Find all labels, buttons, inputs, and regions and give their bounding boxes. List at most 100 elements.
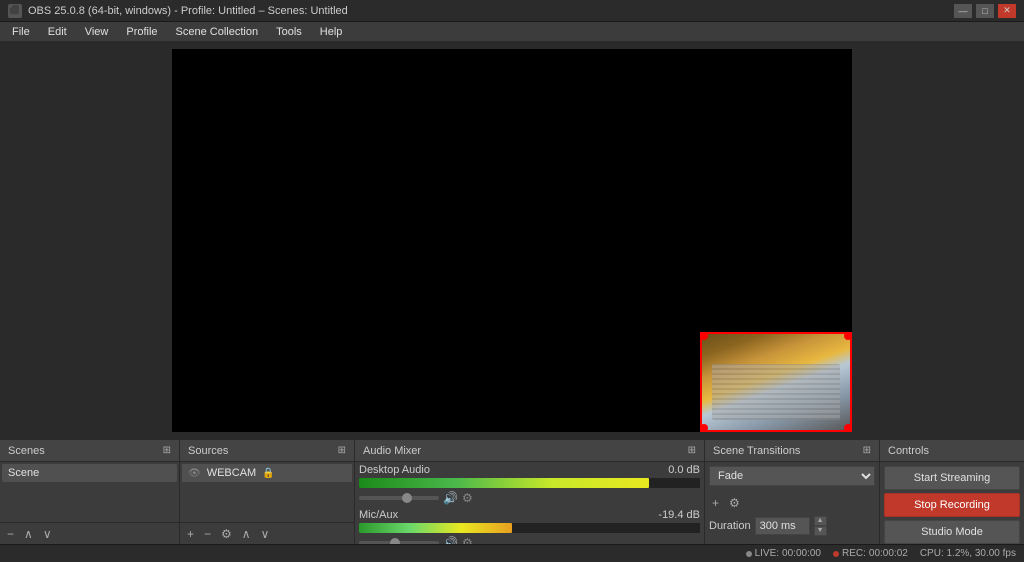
duration-input[interactable] [755,517,810,535]
corner-handle-tl[interactable] [700,332,708,340]
live-label: LIVE: [755,548,779,559]
audio-track-desktop: Desktop Audio 0.0 dB 🔊 ⚙ [359,464,700,505]
sources-settings-button[interactable]: ⚙ [218,525,235,543]
scene-item[interactable]: Scene [2,464,177,482]
sources-down-button[interactable]: ∨ [258,525,273,543]
studio-mode-button[interactable]: Studio Mode [884,520,1020,544]
sources-footer: + − ⚙ ∧ ∨ [180,522,354,544]
menu-file[interactable]: File [4,24,38,40]
sources-header: Sources ⊞ [180,440,354,462]
scenes-footer: − ∧ ∨ [0,522,179,544]
menu-tools[interactable]: Tools [268,24,310,40]
audio-track-mic-header: Mic/Aux -19.4 dB [359,509,700,521]
sources-add-button[interactable]: + [184,525,197,543]
controls-content: Start Streaming Stop Recording Studio Mo… [880,462,1024,544]
source-item-webcam[interactable]: 👁 WEBCAM 🔒 [182,464,352,482]
scenes-up-button[interactable]: ∧ [21,525,36,543]
sources-panel: Sources ⊞ 👁 WEBCAM 🔒 + − ⚙ ∧ ∨ [180,440,355,544]
rec-label: REC: [842,548,866,559]
maximize-button[interactable]: □ [976,4,994,18]
transitions-header-icons: ⊞ [863,445,871,456]
close-button[interactable]: ✕ [998,4,1016,18]
scenes-remove-button[interactable]: − [4,525,17,543]
webcam-image [702,334,850,430]
rec-status: REC: 00:00:02 [833,548,908,559]
transitions-title: Scene Transitions [713,445,800,457]
minimize-button[interactable]: — [954,4,972,18]
scenes-expand-icon[interactable]: ⊞ [163,445,171,456]
menu-help[interactable]: Help [312,24,351,40]
sources-title: Sources [188,445,228,457]
source-name: WEBCAM [207,467,257,479]
duration-label: Duration [709,520,751,532]
controls-title: Controls [888,445,929,457]
rec-time: 00:00:02 [869,548,908,559]
audio-mixer-header: Audio Mixer ⊞ [355,440,704,462]
audio-track-desktop-header: Desktop Audio 0.0 dB [359,464,700,476]
menu-view[interactable]: View [77,24,117,40]
source-visibility-icon[interactable]: 👁 [188,468,201,479]
scenes-down-button[interactable]: ∨ [40,525,55,543]
transitions-content: Fade Cut Swipe Slide + ⚙ Duration ▲ ▼ [705,462,879,544]
mic-audio-meter [359,523,700,533]
transitions-header: Scene Transitions ⊞ [705,440,879,462]
scenes-content: Scene [0,462,179,522]
scenes-title: Scenes [8,445,45,457]
menu-profile[interactable]: Profile [118,24,165,40]
menu-bar: File Edit View Profile Scene Collection … [0,22,1024,42]
live-status: LIVE: 00:00:00 [746,548,821,559]
corner-handle-br[interactable] [844,424,852,432]
audio-mixer-title: Audio Mixer [363,445,421,457]
live-time: 00:00:00 [782,548,821,559]
preview-canvas [172,49,852,432]
corner-handle-bl[interactable] [700,424,708,432]
audio-mixer-expand-icon[interactable]: ⊞ [688,445,696,456]
sources-header-icons: ⊞ [338,445,346,456]
rec-dot [833,551,839,557]
audio-mixer-content: Desktop Audio 0.0 dB 🔊 ⚙ [355,462,704,544]
title-text: OBS 25.0.8 (64-bit, windows) - Profile: … [28,5,348,17]
desktop-mute-button[interactable]: 🔊 [443,491,458,505]
desktop-audio-db: 0.0 dB [668,464,700,476]
scenes-header: Scenes ⊞ [0,440,179,462]
app-icon: ⬛ [8,4,22,18]
desktop-audio-settings-button[interactable]: ⚙ [462,491,473,505]
start-streaming-button[interactable]: Start Streaming [884,466,1020,490]
menu-edit[interactable]: Edit [40,24,75,40]
transitions-expand-icon[interactable]: ⊞ [863,445,871,456]
mic-audio-settings-button[interactable]: ⚙ [462,536,473,544]
scenes-panel: Scenes ⊞ Scene − ∧ ∨ [0,440,180,544]
source-lock-icon[interactable]: 🔒 [262,468,274,479]
status-bar: LIVE: 00:00:00 REC: 00:00:02 CPU: 1.2%, … [0,544,1024,562]
audio-mixer-header-icons: ⊞ [688,445,696,456]
transitions-add-row: + ⚙ [709,494,875,512]
corner-handle-tr[interactable] [844,332,852,340]
duration-spinner: ▲ ▼ [814,516,827,536]
transitions-add-button[interactable]: + [709,494,722,512]
main: Scenes ⊞ Scene − ∧ ∨ Sources ⊞ [0,42,1024,544]
duration-up-button[interactable]: ▲ [814,516,827,526]
bottom-panel: Scenes ⊞ Scene − ∧ ∨ Sources ⊞ [0,439,1024,544]
transition-type-select[interactable]: Fade Cut Swipe Slide [709,466,875,486]
desktop-audio-label: Desktop Audio [359,464,430,476]
menu-scene-collection[interactable]: Scene Collection [168,24,267,40]
mic-mute-button[interactable]: 🔊 [443,536,458,544]
scenes-header-icons: ⊞ [163,445,171,456]
webcam-preview[interactable] [700,332,852,432]
stop-recording-button[interactable]: Stop Recording [884,493,1020,517]
sources-content: 👁 WEBCAM 🔒 [180,462,354,522]
sources-up-button[interactable]: ∧ [239,525,254,543]
sources-remove-button[interactable]: − [201,525,214,543]
cpu-label: CPU: 1.2%, 30.00 fps [920,548,1016,559]
sources-expand-icon[interactable]: ⊞ [338,445,346,456]
transition-duration-row: Duration ▲ ▼ [709,516,875,536]
controls-panel: Controls Start Streaming Stop Recording … [880,440,1024,544]
title-bar: ⬛ OBS 25.0.8 (64-bit, windows) - Profile… [0,0,1024,22]
transitions-settings-button[interactable]: ⚙ [726,494,743,512]
audio-mixer-panel: Audio Mixer ⊞ Desktop Audio 0.0 dB [355,440,705,544]
desktop-volume-slider[interactable] [359,496,439,500]
preview-area [0,42,1024,439]
mic-aux-label: Mic/Aux [359,509,398,521]
live-dot [746,551,752,557]
duration-down-button[interactable]: ▼ [814,526,827,536]
